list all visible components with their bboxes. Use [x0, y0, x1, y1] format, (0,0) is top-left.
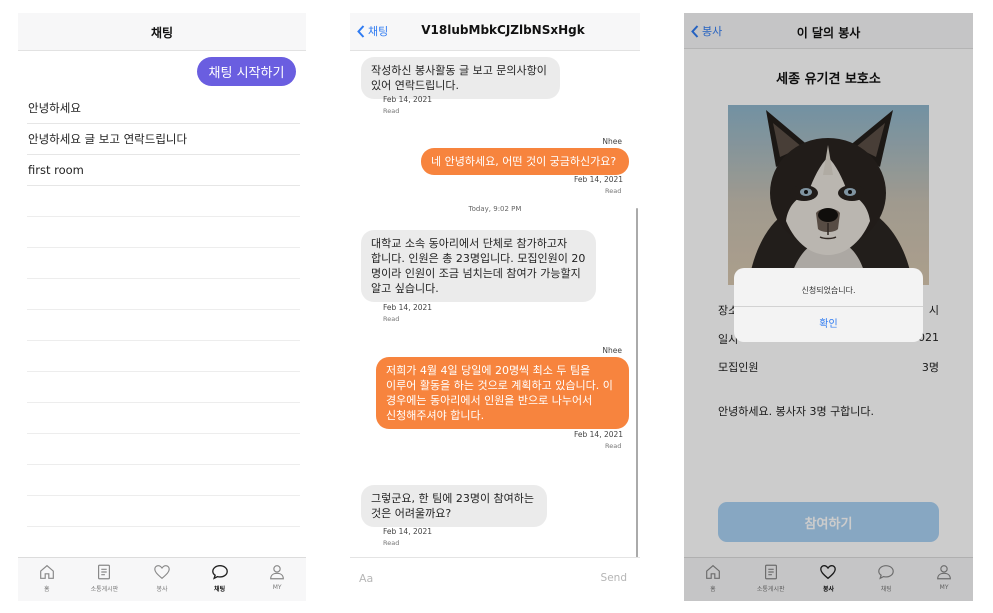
chat-list-screen: 채팅 채팅 시작하기 안녕하세요 안녕하세요 글 보고 연락드립니다 first… — [18, 13, 306, 601]
message-date: Feb 14, 2021 — [574, 175, 624, 184]
read-status: Read — [383, 315, 400, 323]
board-icon — [98, 564, 111, 580]
chat-room-item[interactable]: first room — [27, 155, 300, 186]
empty-row — [27, 310, 300, 341]
nav-bar: 채팅 — [18, 13, 306, 51]
nav-bar: 채팅 V18lubMbkCJZlbNSxHgk — [350, 13, 640, 51]
message-date: Feb 14, 2021 — [383, 95, 433, 104]
alert-message: 신청되었습니다. — [801, 286, 856, 295]
read-status: Read — [605, 442, 622, 450]
incoming-message: 대학교 소속 동아리에서 단체로 참가하고자 합니다. 인원은 총 23명입니다… — [361, 230, 596, 302]
tab-bar: 홈 소통게시판 봉사 채팅 MY — [18, 557, 306, 601]
tab-home[interactable]: 홈 — [18, 558, 76, 601]
empty-row — [27, 217, 300, 248]
person-icon — [270, 565, 285, 580]
chat-room-title: V18lubMbkCJZlbNSxHgk — [421, 23, 585, 37]
chat-room-screen: 채팅 V18lubMbkCJZlbNSxHgk 작성하신 봉사활동 글 보고 문… — [350, 13, 640, 601]
scrollbar[interactable] — [636, 208, 638, 563]
message-line: 작성하신 봉사활동 글 보고 문의사항이 — [371, 64, 547, 77]
tab-label: 소통게시판 — [90, 586, 119, 593]
outgoing-message: 네 안녕하세요, 어떤 것이 궁금하신가요? — [421, 148, 629, 175]
tab-label: 채팅 — [214, 586, 226, 593]
message-line: 것은 어려울까요? — [371, 507, 452, 520]
chat-room-item[interactable]: 안녕하세요 — [27, 93, 300, 124]
home-icon — [39, 564, 54, 579]
send-button[interactable]: Send — [601, 572, 627, 584]
tab-my[interactable]: MY — [248, 558, 306, 601]
start-chat-button[interactable]: 채팅 시작하기 — [197, 57, 296, 86]
message-line: 대학교 소속 동아리에서 단체로 참가하고자 — [371, 237, 568, 250]
alert-confirm-button[interactable]: 확인 — [734, 307, 923, 342]
message-date: Feb 14, 2021 — [574, 430, 624, 439]
message-line: 있어 연락드립니다. — [371, 79, 459, 92]
tab-label: 홈 — [44, 586, 50, 593]
tab-label: 봉사 — [156, 586, 168, 593]
empty-row — [27, 279, 300, 310]
chevron-left-icon — [357, 24, 365, 38]
message-line: 저희가 4월 4일 당일에 20명씩 최소 두 팀을 — [386, 364, 591, 377]
date-separator: Today, 9:02 PM — [468, 205, 522, 213]
tab-label: MY — [272, 584, 282, 591]
chat-room-list: 안녕하세요 안녕하세요 글 보고 연락드립니다 first room — [27, 93, 300, 527]
message-line: 명이라 인원이 조금 넘치는데 참여가 가능할지 — [371, 267, 581, 280]
empty-row — [27, 434, 300, 465]
empty-row — [27, 372, 300, 403]
message-line: 경우에는 동아리에서 인원을 반으로 나누어서 — [386, 394, 593, 407]
empty-row — [27, 248, 300, 279]
message-line: 신청해주셔야 합니다. — [386, 409, 485, 422]
empty-row — [27, 403, 300, 434]
back-button[interactable]: 채팅 — [357, 23, 388, 39]
incoming-message: 작성하신 봉사활동 글 보고 문의사항이 있어 연락드립니다. — [361, 57, 560, 99]
empty-row — [27, 341, 300, 372]
empty-row — [27, 186, 300, 217]
message-date: Feb 14, 2021 — [383, 303, 433, 312]
page-title: 채팅 — [150, 26, 174, 40]
message-date: Feb 14, 2021 — [383, 527, 433, 536]
chat-room-item[interactable]: 안녕하세요 글 보고 연락드립니다 — [27, 124, 300, 155]
message-input[interactable] — [359, 572, 559, 585]
message-line: 그렇군요, 한 팀에 23명이 참여하는 — [371, 492, 535, 505]
message-line: 네 안녕하세요, 어떤 것이 궁금하신가요? — [431, 155, 617, 168]
read-status: Read — [383, 107, 400, 115]
tab-chat[interactable]: 채팅 — [191, 558, 249, 601]
incoming-message: 그렇군요, 한 팀에 23명이 참여하는 것은 어려울까요? — [361, 485, 547, 527]
chat-icon — [211, 565, 228, 580]
alert-dialog: 신청되었습니다. 확인 — [734, 268, 923, 342]
tab-board[interactable]: 소통게시판 — [76, 558, 134, 601]
empty-row — [27, 496, 300, 527]
tab-volunteer[interactable]: 봉사 — [133, 558, 191, 601]
message-line: 합니다. 인원은 총 23명입니다. 모집인원이 20 — [371, 252, 586, 265]
sender-name: Nhee — [602, 137, 622, 146]
empty-row — [27, 465, 300, 496]
read-status: Read — [383, 539, 400, 547]
volunteer-detail-screen: 봉사 이 달의 봉사 세종 유기견 보호소 장소 시 일시 021 모집인원 3… — [684, 13, 973, 601]
outgoing-message: 저희가 4월 4일 당일에 20명씩 최소 두 팀을 이루어 활동을 하는 것으… — [376, 357, 629, 429]
message-composer: Send — [350, 557, 640, 601]
heart-icon — [154, 565, 170, 580]
message-line: 알고 싶습니다. — [371, 282, 439, 295]
sender-name: Nhee — [602, 346, 622, 355]
back-label: 채팅 — [368, 25, 389, 38]
read-status: Read — [605, 187, 622, 195]
message-line: 이루어 활동을 하는 것으로 계획하고 있습니다. 이 — [386, 379, 613, 392]
